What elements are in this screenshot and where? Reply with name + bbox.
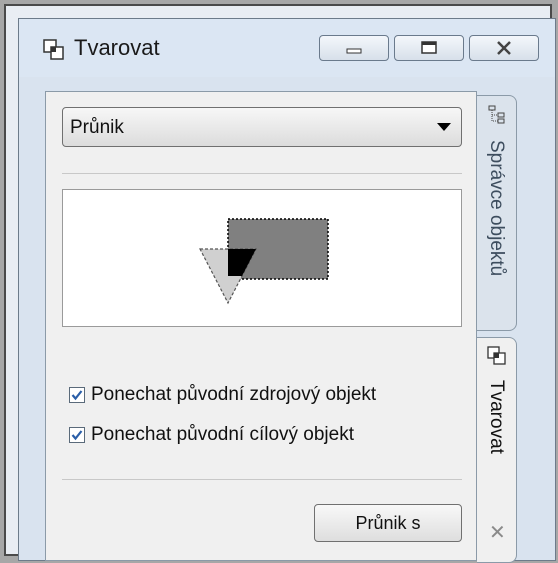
tab-object-manager[interactable]: Správce objektů	[477, 95, 517, 331]
separator	[62, 479, 462, 480]
shaping-icon	[43, 39, 64, 60]
shaping-icon	[487, 346, 506, 365]
close-icon	[497, 41, 511, 55]
preview-illustration	[199, 218, 329, 305]
keep-target-label: Ponechat původní cílový objekt	[91, 424, 355, 445]
check-icon	[71, 390, 83, 401]
maximize-button[interactable]	[394, 35, 464, 61]
operation-select-value: Průnik	[70, 117, 124, 138]
window-title: Tvarovat	[74, 35, 160, 60]
close-icon[interactable]: ✕	[489, 520, 506, 545]
maximize-icon	[421, 41, 437, 54]
chevron-down-icon	[437, 123, 451, 131]
checkbox-box[interactable]	[69, 387, 85, 403]
title-bar[interactable]: Tvarovat	[19, 19, 555, 77]
operation-preview	[62, 189, 462, 327]
tab-object-manager-label: Správce objektů	[486, 140, 507, 277]
operation-select[interactable]: Průnik	[62, 107, 462, 147]
docker-window: Tvarovat Průnik Ponechat původní zdrojov…	[18, 18, 556, 563]
tab-shaping-label: Tvarovat	[486, 380, 507, 454]
checkbox-box[interactable]	[69, 427, 85, 443]
separator	[62, 173, 462, 174]
keep-source-label: Ponechat původní zdrojový objekt	[91, 384, 377, 405]
intersect-with-button[interactable]: Průnik s	[314, 504, 462, 542]
keep-source-checkbox[interactable]: Ponechat původní zdrojový objekt	[69, 382, 376, 408]
check-icon	[71, 430, 83, 441]
object-manager-icon	[488, 105, 505, 124]
tab-shaping[interactable]: Tvarovat ✕	[477, 337, 517, 563]
minimize-button[interactable]	[319, 35, 389, 61]
shaping-panel: Průnik Ponechat původní zdrojový objekt	[45, 91, 477, 561]
keep-target-checkbox[interactable]: Ponechat původní cílový objekt	[69, 422, 354, 448]
minimize-icon	[346, 48, 362, 54]
close-button[interactable]	[469, 35, 539, 61]
